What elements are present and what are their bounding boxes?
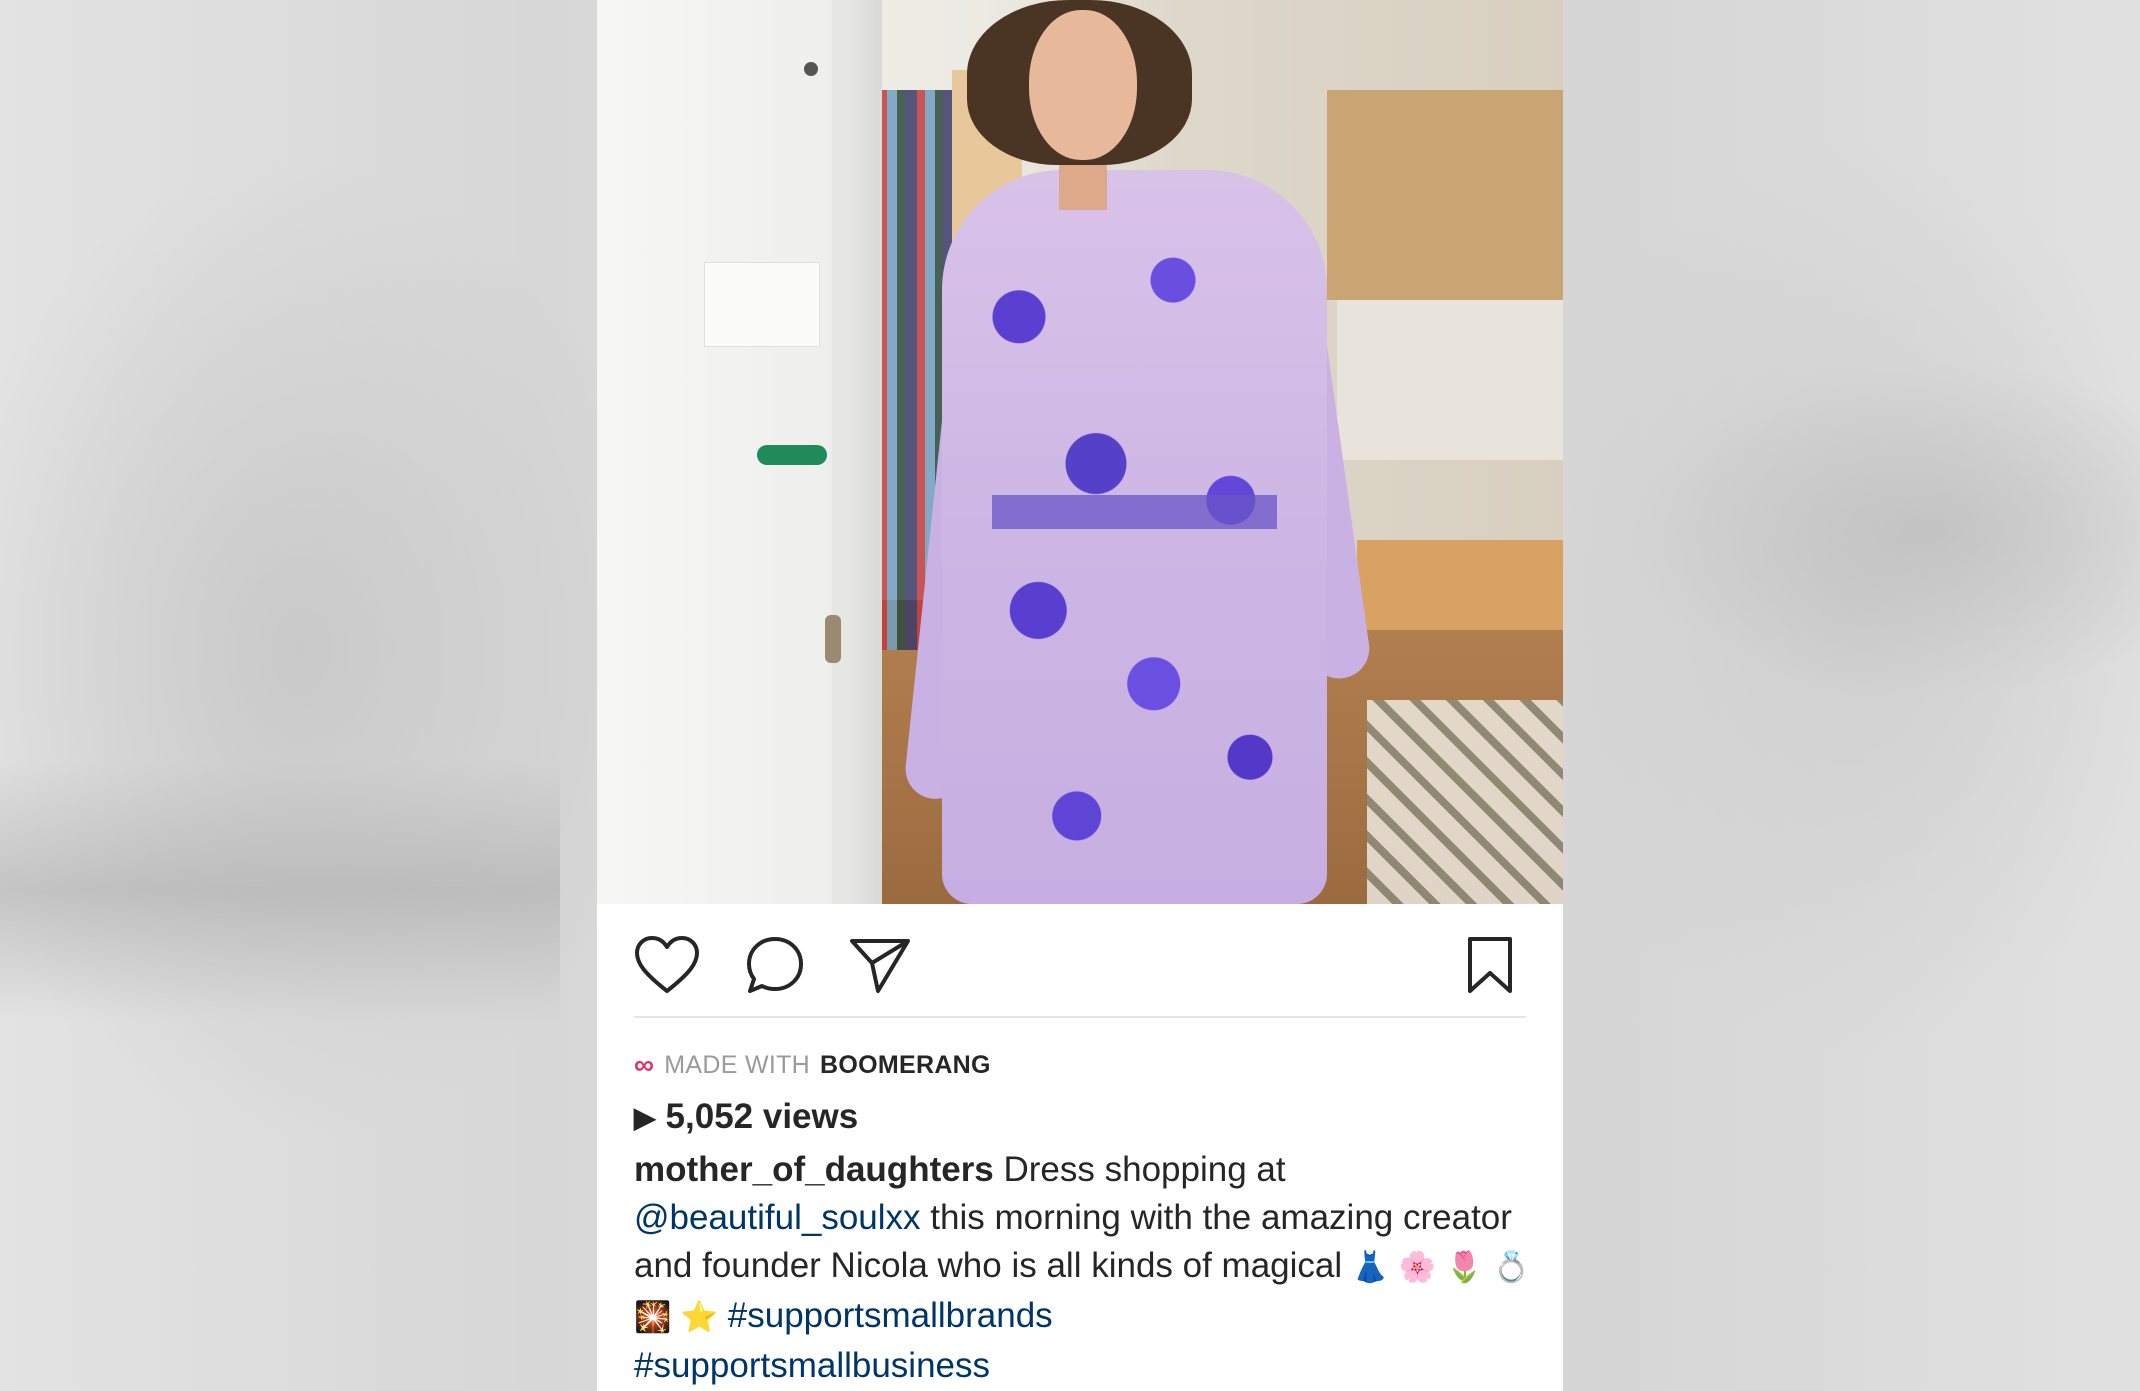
save-button[interactable] [1457,932,1523,998]
comment-icon [747,937,803,993]
scene-fabric-rolls [1367,700,1563,904]
caption-mention[interactable]: @beautiful_soulxx [634,1198,921,1237]
post-video[interactable] [597,0,1563,904]
play-icon: ▶ [634,1101,656,1133]
scene-door-lock [825,615,841,663]
boomerang-credit[interactable]: ∞ MADE WITH BOOMERANG [634,1049,991,1080]
scene-door-knob [804,62,818,76]
person-dress [942,170,1327,904]
person-dress-belt [992,495,1277,529]
caption-hashtag-supportsmallbusiness[interactable]: #supportsmallbusiness [634,1346,990,1385]
view-count-text: 5,052 views [665,1097,859,1136]
view-count: ▶ 5,052 views [634,1094,858,1140]
share-button[interactable] [847,932,913,998]
comment-button[interactable] [742,932,808,998]
scene-storage [1337,300,1563,460]
scene-door-handle [757,445,827,465]
scene-door-note [704,262,820,347]
caption-text-1: Dress shopping at [993,1150,1286,1189]
like-button[interactable] [634,932,700,998]
scene-door-edge [832,0,852,904]
post-caption: mother_of_daughters Dress shopping at @b… [634,1146,1534,1390]
send-icon [850,939,910,993]
caption-hashtag-supportsmallbrands[interactable]: #supportsmallbrands [728,1296,1053,1335]
bookmark-icon [1468,937,1512,993]
action-divider [634,1016,1526,1018]
boomerang-icon: ∞ [634,1049,655,1080]
action-bar [597,904,1563,1022]
person-face [1029,10,1137,160]
boomerang-brand: BOOMERANG [820,1050,991,1079]
made-with-label: MADE WITH [664,1050,811,1079]
instagram-post: ∞ MADE WITH BOOMERANG ▶ 5,052 views moth… [597,0,1563,1391]
heart-icon [635,936,699,993]
scene-table [1357,540,1563,630]
caption-username[interactable]: mother_of_daughters [634,1150,994,1189]
scene-boxes [1327,90,1563,300]
